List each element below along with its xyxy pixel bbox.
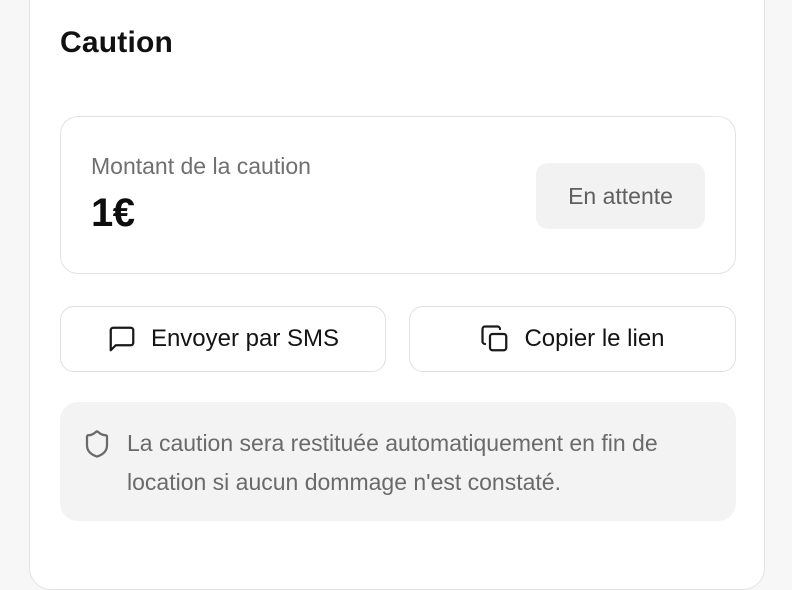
section-title: Caution [60,26,174,59]
status-badge: En attente [536,163,705,229]
message-square-icon [107,324,137,354]
copy-link-button[interactable]: Copier le lien [409,306,736,372]
copy-icon [480,324,510,354]
copy-link-label: Copier le lien [524,325,665,352]
deposit-amount-panel: Montant de la caution 1€ En attente [60,116,736,274]
send-sms-label: Envoyer par SMS [150,325,340,352]
info-text: La caution sera restituée automatiquemen… [127,430,658,495]
info-notice: La caution sera restituée automatiquemen… [60,402,736,521]
send-sms-button[interactable]: Envoyer par SMS [60,306,386,372]
deposit-amount-value: 1€ [91,191,135,235]
shield-icon [82,428,112,460]
deposit-amount-label: Montant de la caution [91,153,311,179]
